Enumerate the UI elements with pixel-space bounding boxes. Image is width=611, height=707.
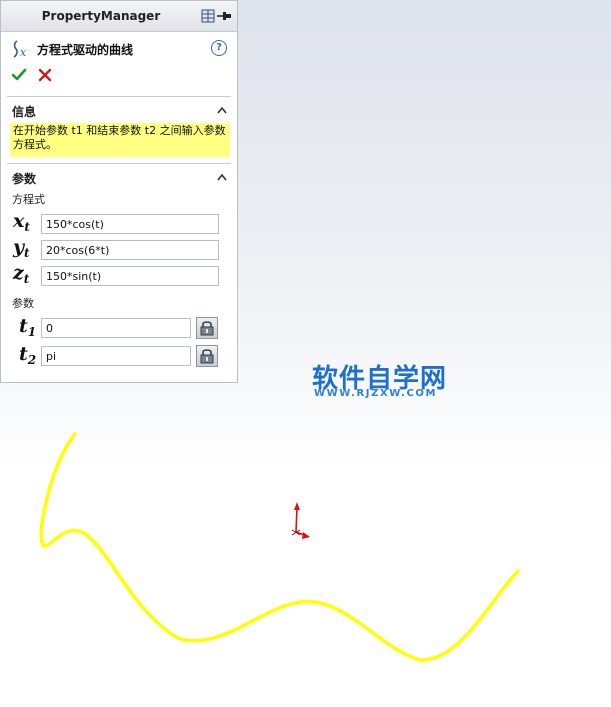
cancel-close-icon[interactable] <box>37 67 53 83</box>
pushpin-icon[interactable] <box>201 9 231 23</box>
t2-label: t2 <box>19 343 37 367</box>
axis-triad <box>291 502 310 539</box>
z-equation-label: zt <box>13 262 30 286</box>
chevron-up-icon[interactable] <box>217 173 227 181</box>
property-manager-panel: PropertyManager x 方程式驱动的曲线 ? 信息 在开始参数 t1… <box>0 0 238 383</box>
property-manager-title: PropertyManager <box>41 9 161 23</box>
z-equation-input[interactable]: 150*sin(t) <box>41 266 219 286</box>
params-section-title: 参数 <box>12 172 37 186</box>
feature-title: 方程式驱动的曲线 <box>37 43 134 57</box>
x-equation-label: xt <box>13 210 30 234</box>
divider <box>7 96 231 97</box>
range-label: 参数 <box>12 297 34 310</box>
t2-input[interactable]: pi <box>41 346 191 366</box>
t1-input[interactable]: 0 <box>41 318 191 338</box>
equations-label: 方程式 <box>12 193 45 206</box>
lock-icon <box>200 321 214 336</box>
ok-checkmark-icon[interactable] <box>11 67 27 83</box>
help-icon[interactable]: ? <box>211 40 227 56</box>
x-equation-input[interactable]: 150*cos(t) <box>41 214 219 234</box>
info-section-title: 信息 <box>12 105 37 119</box>
equation-curve-icon: x <box>13 40 27 59</box>
feature-title-row: x 方程式驱动的曲线 ? <box>11 39 227 59</box>
divider <box>7 163 231 164</box>
y-equation-label: yt <box>13 236 30 260</box>
info-message: 在开始参数 t1 和结束参数 t2 之间输入参数方程式。 <box>10 123 230 157</box>
t1-label: t1 <box>19 315 37 339</box>
watermark-url: WWW.RJZXW.COM <box>314 388 438 399</box>
chevron-up-icon[interactable] <box>217 106 227 114</box>
lock-icon <box>200 349 214 364</box>
t1-lock-button[interactable] <box>196 317 218 339</box>
graphics-viewport[interactable]: 软件自学网 WWW.RJZXW.COM PropertyManager x 方程… <box>0 0 611 707</box>
property-manager-header: PropertyManager <box>1 1 237 32</box>
t2-lock-button[interactable] <box>196 345 218 367</box>
equation-driven-curve[interactable] <box>39 432 520 662</box>
y-equation-input[interactable]: 20*cos(6*t) <box>41 240 219 260</box>
svg-text:x: x <box>20 46 27 59</box>
